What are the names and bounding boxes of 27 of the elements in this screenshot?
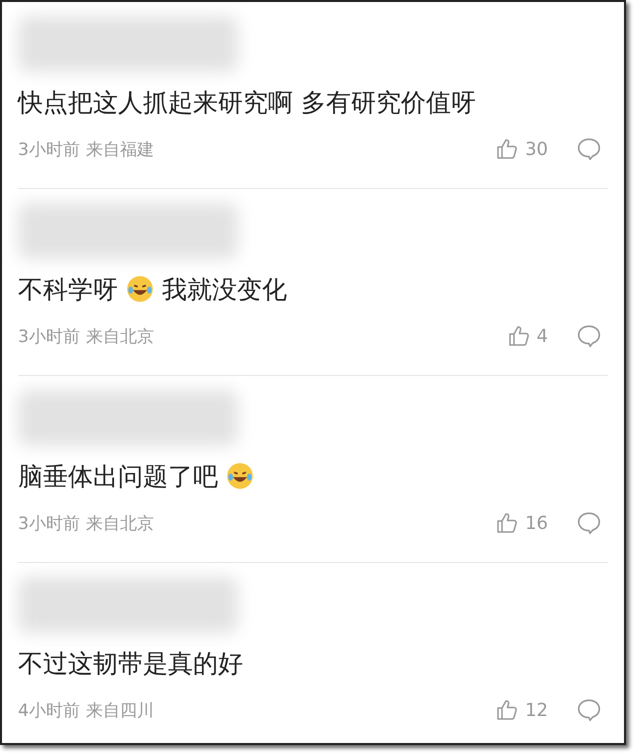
comment-icon[interactable] [576,697,602,723]
comment-location: 来自四川 [86,700,154,722]
comment-icon[interactable] [576,510,602,536]
like-count: 16 [525,512,548,534]
comment-text: 不科学呀 [18,274,118,306]
comment-time: 3小时前 [18,512,80,534]
emoji-icon [226,462,254,490]
emoji-icon [126,275,154,303]
like-count: 12 [525,700,548,720]
comment-time: 4小时前 [18,700,80,722]
thumbs-up-icon[interactable] [495,511,520,535]
comment-location: 来自福建 [86,138,154,160]
comment-text: 我就没变化 [162,274,287,306]
comment-icon[interactable] [576,136,602,162]
comment-location: 来自北京 [86,512,154,534]
comment-time: 3小时前 [18,138,80,160]
comment-location: 来自北京 [86,326,154,348]
comment-text: 快点把这人抓起来研究啊 多有研究价值呀 [18,86,476,118]
thumbs-up-icon[interactable] [506,324,531,348]
comment-time: 3小时前 [18,326,80,348]
like-count: 4 [536,326,548,346]
thumbs-up-icon[interactable] [495,137,520,161]
comment-text: 不过这韧带是真的好 [18,648,243,680]
thumbs-up-icon[interactable] [495,698,520,722]
comment-text: 脑垂体出问题了吧 [18,460,218,492]
comment-icon[interactable] [576,323,602,349]
like-count: 30 [525,138,548,160]
